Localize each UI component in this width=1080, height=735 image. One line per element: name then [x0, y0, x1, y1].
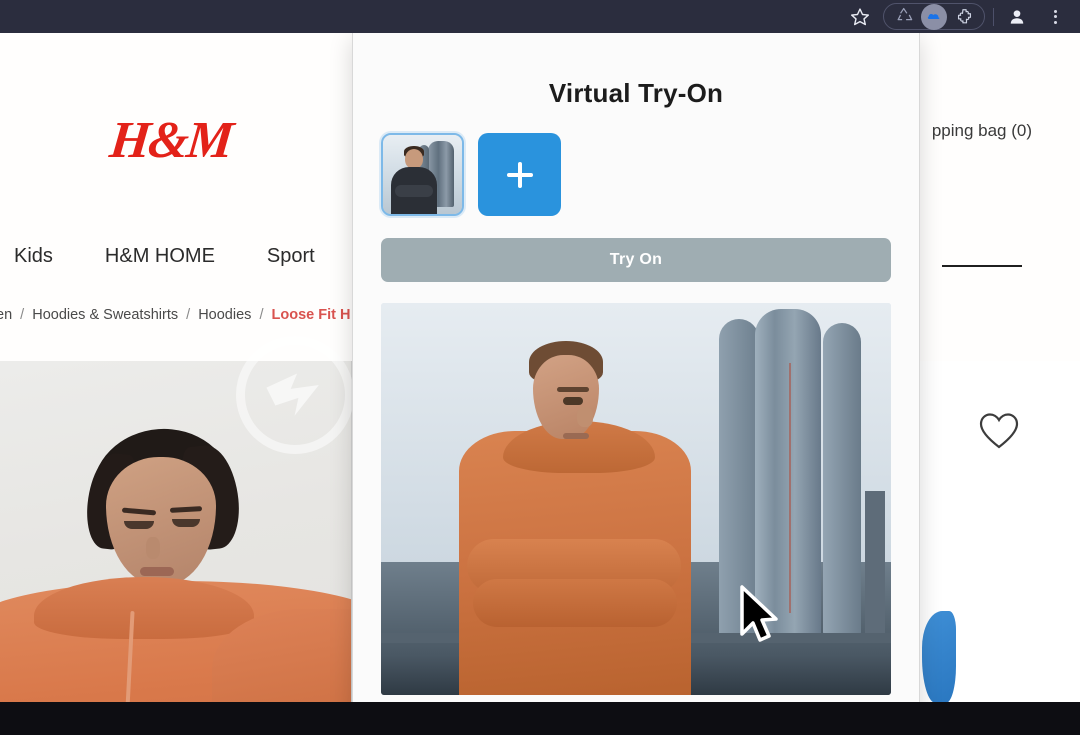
kebab-dots	[1053, 9, 1057, 24]
heart-outline-icon[interactable]	[978, 411, 1020, 451]
toolbar-icon-group	[841, 0, 1080, 33]
uploaded-person-thumbnail[interactable]	[381, 133, 464, 216]
nav-item-kids[interactable]: Kids	[14, 245, 53, 268]
nav-item-sport[interactable]: Sport	[267, 245, 315, 268]
browser-toolbar	[0, 0, 1080, 33]
breadcrumb-current: Loose Fit H	[271, 307, 351, 323]
bookmark-star-icon[interactable]	[841, 0, 879, 33]
thumbnail-row	[381, 133, 891, 216]
result-rocket-booster-right	[823, 323, 861, 635]
thumbnail-person-arms	[395, 185, 433, 197]
bottom-black-band	[0, 702, 1080, 735]
model-eye-right	[172, 519, 200, 527]
blue-garment-preview[interactable]	[922, 611, 956, 703]
result-rocket-strut	[789, 363, 791, 613]
extensions-pill	[883, 3, 985, 30]
extension-virtual-tryon-icon[interactable]	[921, 3, 947, 30]
model-nose	[146, 537, 160, 559]
breadcrumb-separator: /	[186, 307, 191, 323]
model-lips	[140, 567, 174, 576]
toolbar-divider	[993, 7, 994, 26]
hm-logo[interactable]: H&M	[107, 112, 234, 169]
extensions-puzzle-icon[interactable]	[947, 4, 981, 29]
result-person-arm-lower	[473, 579, 677, 627]
nav-item-hm-home[interactable]: H&M HOME	[105, 245, 215, 268]
result-launch-tower	[865, 491, 885, 641]
hm-logo-text: H&M	[107, 112, 235, 169]
breadcrumb-separator: /	[20, 307, 25, 323]
result-person-mouth	[563, 433, 589, 439]
add-photo-button[interactable]	[478, 133, 561, 216]
breadcrumb-item-0[interactable]: en	[0, 307, 12, 323]
try-on-button[interactable]: Try On	[381, 238, 891, 282]
result-person-eye	[563, 397, 583, 405]
extension-recycle-icon[interactable]	[887, 4, 921, 29]
breadcrumb-item-2[interactable]: Hoodies	[198, 307, 251, 323]
breadcrumb-item-1[interactable]: Hoodies & Sweatshirts	[32, 307, 178, 323]
browser-menu-icon[interactable]	[1036, 0, 1074, 33]
screen-root: H&M pping bag (0) Kids H&M HOME Sport S …	[0, 0, 1080, 735]
breadcrumb-separator: /	[259, 307, 264, 323]
result-person-brow	[557, 387, 589, 392]
thumbnail-person-head	[405, 149, 423, 169]
product-model-photo[interactable]	[0, 361, 352, 735]
virtual-tryon-popup: Virtual Try-On Try On	[352, 33, 920, 726]
result-person-nose	[577, 407, 593, 427]
model-eye-left	[124, 521, 154, 529]
nav-active-underline	[942, 265, 1022, 267]
mouse-cursor	[736, 584, 780, 648]
popup-title: Virtual Try-On	[548, 78, 724, 108]
profile-avatar-icon[interactable]	[998, 0, 1036, 33]
try-on-result-image[interactable]	[381, 303, 891, 695]
shopping-bag-label[interactable]: pping bag (0)	[932, 121, 1032, 141]
plus-icon	[506, 161, 533, 188]
